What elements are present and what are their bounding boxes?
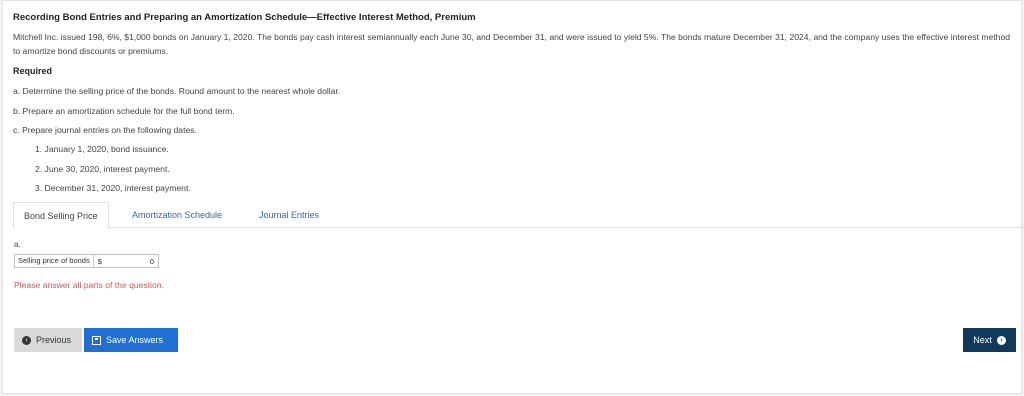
- currency-symbol: $: [97, 256, 102, 266]
- question-panel: Recording Bond Entries and Preparing an …: [2, 0, 1023, 394]
- chevron-right-icon: ›: [996, 335, 1006, 345]
- part-a-text: a. Determine the selling price of the bo…: [13, 86, 341, 96]
- subpart-1-text: 1. January 1, 2020, bond issuance.: [35, 144, 169, 154]
- part-c-text: c. Prepare journal entries on the follow…: [13, 125, 197, 135]
- previous-button[interactable]: ‹ Previous: [14, 328, 82, 352]
- warning-message: Please answer all parts of the question.: [14, 280, 165, 290]
- previous-label: Previous: [36, 335, 72, 345]
- next-label: Next: [973, 335, 992, 345]
- save-icon: [92, 335, 101, 345]
- subpart-2-text: 2. June 30, 2020, interest payment.: [35, 164, 170, 174]
- tab-amortization-schedule[interactable]: Amortization Schedule: [122, 202, 232, 228]
- save-answers-button[interactable]: Save Answers: [84, 328, 178, 352]
- part-a-label: a.: [14, 240, 21, 249]
- selling-price-input[interactable]: [114, 255, 158, 267]
- chevron-left-icon: ‹: [22, 335, 31, 345]
- next-button[interactable]: Next ›: [963, 328, 1016, 352]
- part-b-text: b. Prepare an amortization schedule for …: [13, 106, 235, 116]
- problem-title: Recording Bond Entries and Preparing an …: [13, 12, 476, 23]
- answer-tabs: Bond Selling Price Amortization Schedule…: [13, 202, 1023, 229]
- selling-price-field: Selling price of bonds $: [14, 254, 159, 268]
- tab-journal-entries[interactable]: Journal Entries: [249, 202, 329, 228]
- subpart-3-text: 3. December 31, 2020, interest payment.: [35, 183, 191, 193]
- problem-description: Mitchell Inc. issued 198, 6%, $1,000 bon…: [13, 32, 1011, 56]
- selling-price-label: Selling price of bonds: [15, 255, 94, 267]
- tab-bond-selling-price[interactable]: Bond Selling Price: [13, 202, 109, 229]
- required-heading: Required: [13, 66, 53, 76]
- save-label: Save Answers: [106, 335, 164, 345]
